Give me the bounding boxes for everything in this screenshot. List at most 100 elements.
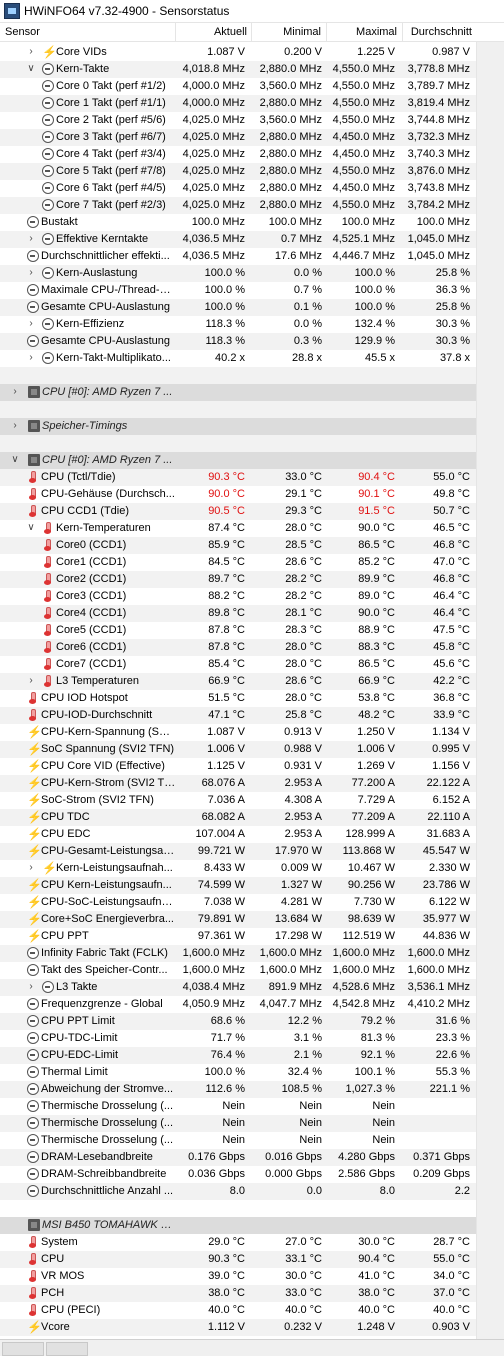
sensor-row[interactable]: › Core VIDs 1.087 V 0.200 V 1.225 V 0.987 V xyxy=(0,44,476,61)
sensor-row[interactable]: Core 2 Takt (perf #5/6) 4,025.0 MHz 3,560.… xyxy=(0,112,476,129)
sensor-row[interactable]: Core1 (CCD1) 84.5 °C 28.6 °C 85.2 °C 47.0 °C xyxy=(0,554,476,571)
sensor-row[interactable]: Durchschnittliche Anzahl ... 8.0 0.0 8.0 2.2 xyxy=(0,1183,476,1200)
sensor-row[interactable]: Core+SoC Energieverbra... 79.891 W 13.684 … xyxy=(0,911,476,928)
sensor-row[interactable]: CPU-SoC-Leistungsaufna... 7.038 W 4.281 W 7… xyxy=(0,894,476,911)
sensor-row[interactable]: CPU IOD Hotspot 51.5 °C 28.0 °C 53.8 °C 36.8… xyxy=(0,690,476,707)
sensor-row[interactable]: › Effektive Kerntakte 4,036.5 MHz 0.7 MHz 4,… xyxy=(0,231,476,248)
sensor-group-row[interactable]: MSI B450 TOMAHAWK M... xyxy=(0,1217,476,1234)
sensor-row[interactable]: CPU-TDC-Limit 71.7 % 3.1 % 81.3 % 23.3 % xyxy=(0,1030,476,1047)
expand-chevron-icon[interactable]: › xyxy=(26,675,36,687)
expand-chevron-icon[interactable]: › xyxy=(10,386,20,398)
sensor-row[interactable]: Core 4 Takt (perf #3/4) 4,025.0 MHz 2,880.… xyxy=(0,146,476,163)
column-header-min[interactable]: Minimal xyxy=(283,26,321,38)
column-divider[interactable] xyxy=(175,23,176,41)
sensor-group-row[interactable]: ∨ CPU [#0]: AMD Ryzen 7 ... xyxy=(0,452,476,469)
expand-chevron-icon[interactable]: › xyxy=(26,267,36,279)
column-header-current[interactable]: Aktuell xyxy=(214,26,247,38)
sensor-row[interactable]: Frequenzgrenze - Global 4,050.9 MHz 4,047.… xyxy=(0,996,476,1013)
sensor-row[interactable]: DRAM-Schreibbandbreite 0.036 Gbps 0.000 Gb… xyxy=(0,1166,476,1183)
sensor-row[interactable]: VR MOS 39.0 °C 30.0 °C 41.0 °C 34.0 °C xyxy=(0,1268,476,1285)
expand-chevron-icon[interactable]: › xyxy=(10,420,20,432)
sensor-row[interactable]: › L3 Temperaturen 66.9 °C 28.6 °C 66.9 °C 42.… xyxy=(0,673,476,690)
sensor-row[interactable]: Core 5 Takt (perf #7/8) 4,025.0 MHz 2,880.… xyxy=(0,163,476,180)
column-header-max[interactable]: Maximal xyxy=(356,26,397,38)
sensor-row[interactable]: Core0 (CCD1) 85.9 °C 28.5 °C 86.5 °C 46.8 °C xyxy=(0,537,476,554)
sensor-row[interactable]: PCH 38.0 °C 33.0 °C 38.0 °C 37.0 °C xyxy=(0,1285,476,1302)
sensor-row[interactable]: Core 6 Takt (perf #4/5) 4,025.0 MHz 2,880.… xyxy=(0,180,476,197)
sensor-list[interactable]: › Core VIDs 1.087 V 0.200 V 1.225 V 0.987 V ∨ K… xyxy=(0,44,476,1336)
sensor-row[interactable]: Core4 (CCD1) 89.8 °C 28.1 °C 90.0 °C 46.4 °C xyxy=(0,605,476,622)
expand-chevron-icon[interactable]: › xyxy=(26,233,36,245)
sensor-row[interactable]: System 29.0 °C 27.0 °C 30.0 °C 28.7 °C xyxy=(0,1234,476,1251)
expand-chevron-icon[interactable]: › xyxy=(26,352,36,364)
expand-chevron-icon[interactable]: › xyxy=(26,318,36,330)
sensor-row[interactable]: SoC-Strom (SVI2 TFN) 7.036 A 4.308 A 7.729 … xyxy=(0,792,476,809)
sensor-row[interactable]: Abweichung der Stromve... 112.6 % 108.5 % 1… xyxy=(0,1081,476,1098)
column-divider[interactable] xyxy=(402,23,403,41)
expand-chevron-icon[interactable]: › xyxy=(26,981,36,993)
sensor-row[interactable]: CPU (PECI) 40.0 °C 40.0 °C 40.0 °C 40.0 °C xyxy=(0,1302,476,1319)
sensor-row[interactable]: Core7 (CCD1) 85.4 °C 28.0 °C 86.5 °C 45.6 °C xyxy=(0,656,476,673)
sensor-row[interactable]: Vcore 1.112 V 0.232 V 1.248 V 0.903 V xyxy=(0,1319,476,1336)
sensor-row[interactable]: › Kern-Effizienz 118.3 % 0.0 % 132.4 % 30.3 % xyxy=(0,316,476,333)
sensor-row[interactable]: Thermische Drosselung (... Nein Nein Nein xyxy=(0,1098,476,1115)
sensor-row[interactable]: DRAM-Lesebandbreite 0.176 Gbps 0.016 Gbps 4… xyxy=(0,1149,476,1166)
sensor-row[interactable]: CPU Core VID (Effective) 1.125 V 0.931 V 1.… xyxy=(0,758,476,775)
sensor-row[interactable]: CPU-Kern-Spannung (SVI... 1.087 V 0.913 V 1… xyxy=(0,724,476,741)
sensor-row[interactable]: CPU TDC 68.082 A 2.953 A 77.209 A 22.110 A xyxy=(0,809,476,826)
sensor-row[interactable]: CPU PPT Limit 68.6 % 12.2 % 79.2 % 31.6 % xyxy=(0,1013,476,1030)
sensor-row[interactable]: ∨ Kern-Takte 4,018.8 MHz 2,880.0 MHz 4,550.0… xyxy=(0,61,476,78)
sensor-row[interactable]: Core2 (CCD1) 89.7 °C 28.2 °C 89.9 °C 46.8 °C xyxy=(0,571,476,588)
sensor-row[interactable]: CPU CCD1 (Tdie) 90.5 °C 29.3 °C 91.5 °C 50.7… xyxy=(0,503,476,520)
sensor-row[interactable]: Core 1 Takt (perf #1/1) 4,000.0 MHz 2,880.… xyxy=(0,95,476,112)
sensor-row[interactable]: CPU EDC 107.004 A 2.953 A 128.999 A 31.683 A xyxy=(0,826,476,843)
sensor-row[interactable]: Gesamte CPU-Auslastung 118.3 % 0.3 % 129.9 … xyxy=(0,333,476,350)
sensor-group-row[interactable]: › CPU [#0]: AMD Ryzen 7 ... xyxy=(0,384,476,401)
sensor-row[interactable]: Core 7 Takt (perf #2/3) 4,025.0 MHz 2,880.… xyxy=(0,197,476,214)
expand-chevron-icon[interactable]: › xyxy=(26,862,36,874)
collapse-chevron-icon[interactable]: ∨ xyxy=(10,454,20,466)
sensor-row[interactable]: Thermal Limit 100.0 % 32.4 % 100.1 % 55.3 % xyxy=(0,1064,476,1081)
collapse-chevron-icon[interactable]: ∨ xyxy=(26,522,36,534)
sensor-row[interactable]: Infinity Fabric Takt (FCLK) 1,600.0 MHz 1,… xyxy=(0,945,476,962)
sensor-row[interactable]: Thermische Drosselung (... Nein Nein Nein xyxy=(0,1115,476,1132)
sensor-row[interactable]: Core6 (CCD1) 87.8 °C 28.0 °C 88.3 °C 45.8 °C xyxy=(0,639,476,656)
sensor-row[interactable]: CPU-EDC-Limit 76.4 % 2.1 % 92.1 % 22.6 % xyxy=(0,1047,476,1064)
sensor-row[interactable]: › Kern-Leistungsaufnah... 8.433 W 0.009 W 10… xyxy=(0,860,476,877)
sensor-row[interactable]: CPU PPT 97.361 W 17.298 W 112.519 W 44.836 W xyxy=(0,928,476,945)
expand-chevron-icon[interactable]: › xyxy=(26,46,36,58)
value-current: Nein xyxy=(222,1134,245,1146)
sensor-row[interactable]: CPU Kern-Leistungsaufn... 74.599 W 1.327 W… xyxy=(0,877,476,894)
collapse-chevron-icon[interactable]: ∨ xyxy=(26,63,36,75)
sensor-row[interactable]: CPU (Tctl/Tdie) 90.3 °C 33.0 °C 90.4 °C 55.0… xyxy=(0,469,476,486)
sensor-row[interactable]: › Kern-Takt-Multiplikato... 40.2 x 28.8 x 45… xyxy=(0,350,476,367)
sensor-row[interactable]: Gesamte CPU-Auslastung 100.0 % 0.1 % 100.0 … xyxy=(0,299,476,316)
sensor-row[interactable]: Thermische Drosselung (... Nein Nein Nein xyxy=(0,1132,476,1149)
sensor-row[interactable]: Core 0 Takt (perf #1/2) 4,000.0 MHz 3,560.… xyxy=(0,78,476,95)
column-header[interactable]: Sensor Aktuell Minimal Maximal Durchschn… xyxy=(0,23,504,42)
sensor-row[interactable]: Durchschnittlicher effekti... 4,036.5 MHz… xyxy=(0,248,476,265)
column-divider[interactable] xyxy=(251,23,252,41)
sensor-row[interactable]: Maximale CPU-/Thread-A... 100.0 % 0.7 % 100… xyxy=(0,282,476,299)
sensor-row[interactable]: SoC Spannung (SVI2 TFN) 1.006 V 0.988 V 1.0… xyxy=(0,741,476,758)
sensor-row[interactable]: Takt des Speicher-Contr... 1,600.0 MHz 1,6… xyxy=(0,962,476,979)
sensor-row[interactable]: › L3 Takte 4,038.4 MHz 891.9 MHz 4,528.6 MHz… xyxy=(0,979,476,996)
sensor-group-row[interactable]: › Speicher-Timings xyxy=(0,418,476,435)
vertical-scrollbar[interactable] xyxy=(476,42,504,1339)
statusbar-button[interactable] xyxy=(46,1342,88,1356)
column-header-sensor[interactable]: Sensor xyxy=(5,26,40,38)
sensor-row[interactable]: CPU-IOD-Durchschnitt 47.1 °C 25.8 °C 48.2 °… xyxy=(0,707,476,724)
column-divider[interactable] xyxy=(326,23,327,41)
column-header-avg[interactable]: Durchschnitt xyxy=(411,26,472,38)
sensor-row[interactable]: Core5 (CCD1) 87.8 °C 28.3 °C 88.9 °C 47.5 °C xyxy=(0,622,476,639)
sensor-row[interactable]: Bustakt 100.0 MHz 100.0 MHz 100.0 MHz 100.0 … xyxy=(0,214,476,231)
sensor-row[interactable]: CPU-Kern-Strom (SVI2 TFN) 68.076 A 2.953 A… xyxy=(0,775,476,792)
sensor-row[interactable]: Core3 (CCD1) 88.2 °C 28.2 °C 89.0 °C 46.4 °C xyxy=(0,588,476,605)
sensor-row[interactable]: CPU-Gehäuse (Durchsch... 90.0 °C 29.1 °C 90… xyxy=(0,486,476,503)
sensor-row[interactable]: CPU-Gesamt-Leistungsau... 99.721 W 17.970 … xyxy=(0,843,476,860)
sensor-row[interactable]: Core 3 Takt (perf #6/7) 4,025.0 MHz 2,880.… xyxy=(0,129,476,146)
sensor-row[interactable]: ∨ Kern-Temperaturen 87.4 °C 28.0 °C 90.0 °C 4… xyxy=(0,520,476,537)
sensor-row[interactable]: CPU 90.3 °C 33.1 °C 90.4 °C 55.0 °C xyxy=(0,1251,476,1268)
sensor-row[interactable]: › Kern-Auslastung 100.0 % 0.0 % 100.0 % 25.8 … xyxy=(0,265,476,282)
statusbar-button[interactable] xyxy=(2,1342,44,1356)
